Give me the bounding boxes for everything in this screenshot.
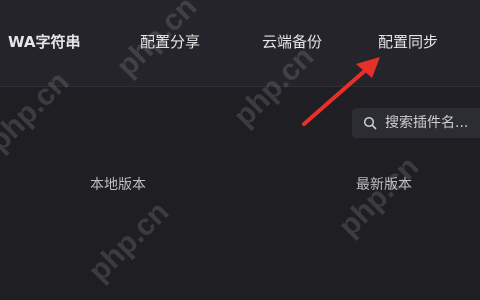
tab-cloud-backup[interactable]: 云端备份 xyxy=(262,30,322,54)
watermark-text: php.cn xyxy=(332,150,426,244)
search-icon xyxy=(362,115,378,131)
watermark-text: php.cn xyxy=(82,195,176,289)
search-box[interactable] xyxy=(352,108,480,138)
tab-wa-string[interactable]: WA字符串 xyxy=(8,30,80,54)
tab-config-sync[interactable]: 配置同步 xyxy=(378,30,438,54)
column-header-latest-version: 最新版本 xyxy=(356,177,412,193)
app-window: WA字符串 配置分享 云端备份 配置同步 本地版本 最新版本 php.cn ph… xyxy=(0,0,480,300)
top-navigation-bar: WA字符串 配置分享 云端备份 配置同步 xyxy=(0,0,480,87)
column-header-local-version: 本地版本 xyxy=(90,177,146,193)
tab-config-share[interactable]: 配置分享 xyxy=(140,30,200,54)
search-input[interactable] xyxy=(385,115,475,131)
